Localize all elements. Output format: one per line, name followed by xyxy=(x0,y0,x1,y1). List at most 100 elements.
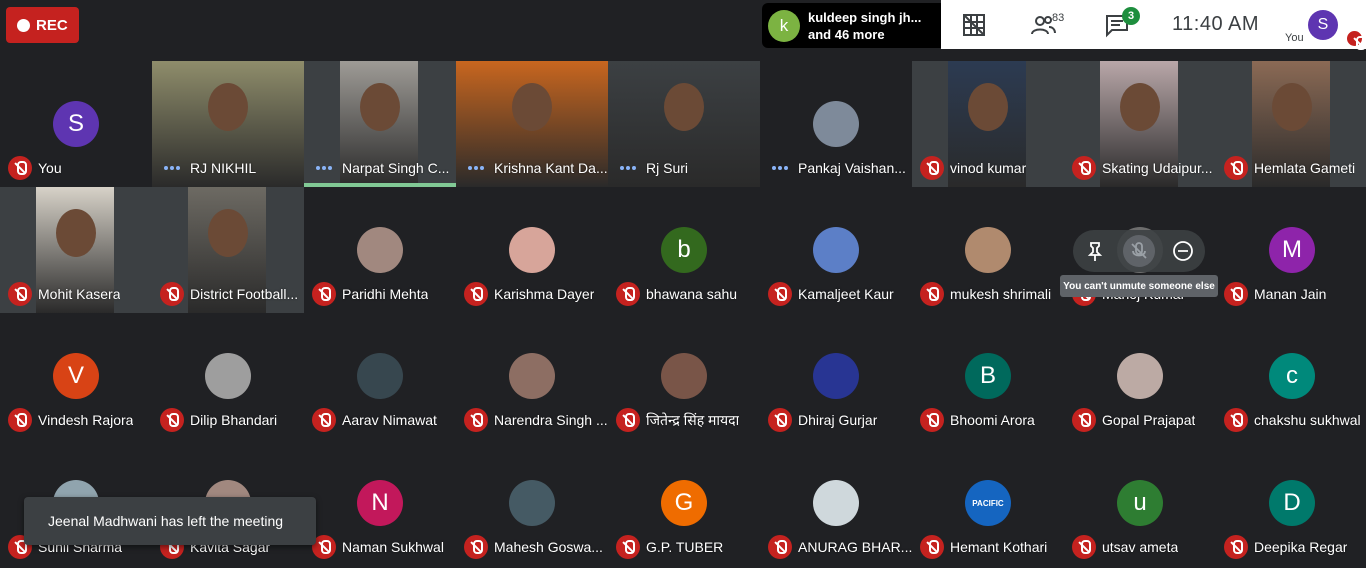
participant-name: Mahesh Goswa... xyxy=(494,539,603,555)
tile-name-row: Pankaj Vaishan... xyxy=(768,156,912,180)
record-dot-icon xyxy=(17,18,30,32)
mic-off-icon xyxy=(1347,31,1366,50)
participant-tile[interactable]: Narendra Singh ... xyxy=(456,313,608,439)
participant-tile[interactable]: Dilip Bhandari xyxy=(152,313,304,439)
participant-name: chakshu sukhwal xyxy=(1254,412,1361,428)
clock: 11:40 AM xyxy=(1172,13,1260,35)
join-line2: and 46 more xyxy=(808,26,885,42)
speaking-indicator-icon xyxy=(312,156,336,180)
participant-tile[interactable]: Krishna Kant Da... xyxy=(456,61,608,187)
participant-tile[interactable]: Aarav Nimawat xyxy=(304,313,456,439)
mute-disabled-icon[interactable] xyxy=(1123,235,1155,267)
join-line1: kuldeep singh jh... xyxy=(808,9,922,25)
recording-indicator[interactable]: REC xyxy=(6,7,79,43)
mic-off-icon xyxy=(1224,156,1248,180)
self-avatar: S xyxy=(1308,10,1338,40)
mic-off-icon xyxy=(312,408,336,432)
tile-name-row: bhawana sahu xyxy=(616,282,760,306)
speaking-indicator-icon xyxy=(768,156,792,180)
toast-notification: Jeenal Madhwani has left the meeting xyxy=(24,497,316,545)
participant-tile[interactable]: Paridhi Mehta xyxy=(304,187,456,313)
participant-tile[interactable]: Gopal Prajapat xyxy=(1064,313,1216,439)
participant-tile[interactable]: ANURAG BHAR... xyxy=(760,440,912,566)
avatar-photo xyxy=(509,480,555,526)
tile-name-row: Narendra Singh ... xyxy=(464,408,608,432)
participant-silhouette xyxy=(512,83,552,131)
participant-name: ANURAG BHAR... xyxy=(798,539,912,555)
participant-tile[interactable]: B Bhoomi Arora xyxy=(912,313,1064,439)
self-preview[interactable]: S You xyxy=(1281,0,1366,50)
meeting-toolbar: 83 3 11:40 AM xyxy=(941,0,1281,49)
avatar-letter: c xyxy=(1269,353,1315,399)
participant-tile[interactable]: V Vindesh Rajora xyxy=(0,313,152,439)
participant-name: Karishma Dayer xyxy=(494,286,595,302)
layout-grid-icon[interactable] xyxy=(961,12,987,38)
participant-tile[interactable]: जितेन्द्र सिंह मायदा xyxy=(608,313,760,439)
tile-name-row: Hemlata Gameti xyxy=(1224,156,1366,180)
tile-name-row: District Football... xyxy=(160,282,304,306)
tile-name-row: Deepika Regar xyxy=(1224,535,1366,559)
participant-tile[interactable]: D Deepika Regar xyxy=(1216,440,1366,566)
participant-tile[interactable]: District Football... xyxy=(152,187,304,313)
tile-name-row: utsav ameta xyxy=(1072,535,1216,559)
participant-tile[interactable]: u utsav ameta xyxy=(1064,440,1216,566)
participant-name: mukesh shrimali xyxy=(950,286,1052,302)
mic-off-icon xyxy=(1072,408,1096,432)
participant-name: Dhiraj Gurjar xyxy=(798,412,878,428)
participant-name: Vindesh Rajora xyxy=(38,412,134,428)
remove-icon[interactable] xyxy=(1167,235,1199,267)
tile-name-row: Karishma Dayer xyxy=(464,282,608,306)
participant-tile[interactable]: M Manan Jain xyxy=(1216,187,1366,313)
participant-silhouette xyxy=(360,83,400,131)
participant-tile[interactable]: Dhiraj Gurjar xyxy=(760,313,912,439)
tile-name-row: Krishna Kant Da... xyxy=(464,156,608,180)
tile-name-row: Dhiraj Gurjar xyxy=(768,408,912,432)
participant-name: Dilip Bhandari xyxy=(190,412,278,428)
participant-name: bhawana sahu xyxy=(646,286,738,302)
participant-name: Naman Sukhwal xyxy=(342,539,444,555)
participant-name: Narpat Singh C... xyxy=(342,160,450,176)
tile-name-row: Vindesh Rajora xyxy=(8,408,152,432)
avatar-photo xyxy=(357,227,403,273)
participant-tile[interactable]: Skating Udaipur... xyxy=(1064,61,1216,187)
participant-tile[interactable]: Mohit Kasera xyxy=(0,187,152,313)
participant-tile[interactable]: S You xyxy=(0,61,152,187)
participant-tile[interactable]: b bhawana sahu xyxy=(608,187,760,313)
avatar-letter: M xyxy=(1269,227,1315,273)
tile-name-row: mukesh shrimali xyxy=(920,282,1064,306)
speaking-indicator-icon xyxy=(160,156,184,180)
participant-tile[interactable]: Karishma Dayer xyxy=(456,187,608,313)
tile-name-row: Skating Udaipur... xyxy=(1072,156,1216,180)
mic-off-icon xyxy=(1072,535,1096,559)
participant-tile[interactable]: Hemlata Gameti xyxy=(1216,61,1366,187)
participant-tile[interactable]: G G.P. TUBER xyxy=(608,440,760,566)
tile-name-row: Paridhi Mehta xyxy=(312,282,456,306)
participant-name: Narendra Singh ... xyxy=(494,412,608,428)
participant-tile[interactable]: Kamaljeet Kaur xyxy=(760,187,912,313)
tile-name-row: ANURAG BHAR... xyxy=(768,535,912,559)
avatar-photo xyxy=(813,480,859,526)
tile-name-row: Hemant Kothari xyxy=(920,535,1064,559)
participant-tile[interactable]: N Naman Sukhwal xyxy=(304,440,456,566)
avatar-photo xyxy=(205,353,251,399)
participant-tile[interactable]: Mahesh Goswa... xyxy=(456,440,608,566)
mic-off-icon xyxy=(616,282,640,306)
avatar-letter: N xyxy=(357,480,403,526)
mic-off-icon xyxy=(464,282,488,306)
participant-tile[interactable]: Pankaj Vaishan... xyxy=(760,61,912,187)
participants-count: 83 xyxy=(1052,12,1065,24)
tile-name-row: G.P. TUBER xyxy=(616,535,760,559)
join-notification[interactable]: k kuldeep singh jh... and 46 more xyxy=(762,3,941,48)
tile-hover-controls xyxy=(1073,230,1205,272)
participant-tile[interactable]: vinod kumar xyxy=(912,61,1064,187)
participant-tile[interactable]: mukesh shrimali xyxy=(912,187,1064,313)
participant-tile[interactable]: Rj Suri xyxy=(608,61,760,187)
participant-tile[interactable]: RJ NIKHIL xyxy=(152,61,304,187)
tile-name-row: Kamaljeet Kaur xyxy=(768,282,912,306)
pin-icon[interactable] xyxy=(1079,235,1111,267)
participant-tile[interactable]: PACIFIC Hemant Kothari xyxy=(912,440,1064,566)
participant-tile[interactable]: c chakshu sukhwal xyxy=(1216,313,1366,439)
participant-tile[interactable]: Narpat Singh C... xyxy=(304,61,456,187)
avatar-photo xyxy=(965,227,1011,273)
participant-silhouette xyxy=(664,83,704,131)
